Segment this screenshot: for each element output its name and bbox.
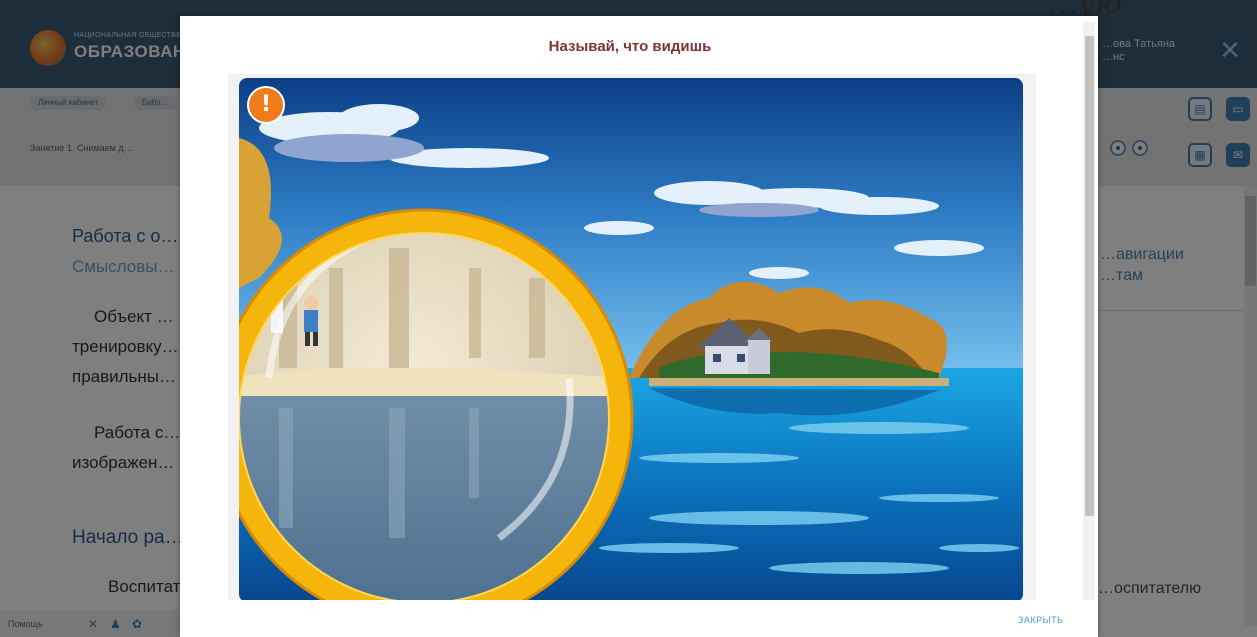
game-scene[interactable] (239, 78, 1023, 602)
exclamation-icon[interactable]: ! (247, 86, 285, 124)
modal-title: Называй, что видишь (548, 38, 712, 55)
game-canvas[interactable]: ! (239, 78, 1023, 602)
exclamation-mark: ! (260, 92, 272, 117)
close-button[interactable]: ЗАКРЫТЬ (1018, 615, 1064, 625)
modal-scrollbar-thumb[interactable] (1085, 36, 1094, 516)
game-modal: Называй, что видишь ! ЗАКРЫТЬ (180, 16, 1098, 637)
modal-footer (180, 600, 1098, 637)
